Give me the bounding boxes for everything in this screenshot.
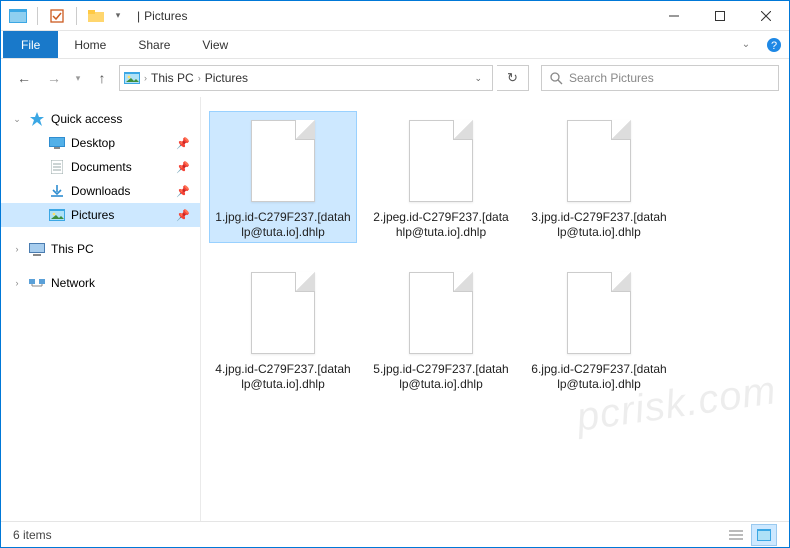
file-tab[interactable]: File [3, 31, 58, 58]
chevron-right-icon[interactable]: › [198, 73, 201, 83]
pin-icon: 📌 [176, 137, 190, 150]
file-icon [559, 270, 639, 358]
titlebar: ▾ | Pictures [1, 1, 789, 31]
window-title: Pictures [144, 9, 187, 23]
main-body: ⌄ Quick access Desktop 📌 Documents 📌 Dow… [1, 97, 789, 521]
breadcrumb-pictures[interactable]: Pictures [205, 71, 248, 85]
navigation-pane: ⌄ Quick access Desktop 📌 Documents 📌 Dow… [1, 97, 201, 521]
new-folder-icon[interactable] [85, 5, 107, 27]
navigation-row: ← → ▾ ↑ › This PC › Pictures ⌄ ↻ Search … [1, 59, 789, 97]
file-icon [243, 118, 323, 206]
pictures-location-icon [124, 70, 140, 86]
forward-button[interactable]: → [41, 64, 67, 92]
sidebar-item-downloads[interactable]: Downloads 📌 [1, 179, 200, 203]
maximize-button[interactable] [697, 1, 743, 31]
network-icon [29, 275, 45, 291]
file-item[interactable]: 2.jpeg.id-C279F237.[datahlp@tuta.io].dhl… [367, 111, 515, 243]
file-icon [243, 270, 323, 358]
up-button[interactable]: ↑ [89, 64, 115, 92]
sidebar-item-desktop[interactable]: Desktop 📌 [1, 131, 200, 155]
file-name-label: 1.jpg.id-C279F237.[datahlp@tuta.io].dhlp [214, 210, 352, 240]
documents-icon [49, 159, 65, 175]
sidebar-network[interactable]: › Network [1, 271, 200, 295]
chevron-right-icon[interactable]: › [11, 278, 23, 288]
file-name-label: 5.jpg.id-C279F237.[datahlp@tuta.io].dhlp [372, 362, 510, 392]
sidebar-item-documents[interactable]: Documents 📌 [1, 155, 200, 179]
sidebar-item-label: Pictures [71, 208, 114, 222]
file-name-label: 3.jpg.id-C279F237.[datahlp@tuta.io].dhlp [530, 210, 668, 240]
file-name-label: 6.jpg.id-C279F237.[datahlp@tuta.io].dhlp [530, 362, 668, 392]
quick-access-toolbar: ▾ [1, 5, 131, 27]
refresh-button[interactable]: ↻ [497, 65, 529, 91]
sidebar-item-label: Downloads [71, 184, 130, 198]
downloads-icon [49, 183, 65, 199]
ribbon-tabs: File Home Share View ⌄ ? [1, 31, 789, 59]
svg-text:?: ? [771, 40, 777, 52]
chevron-right-icon[interactable]: › [11, 244, 23, 254]
close-button[interactable] [743, 1, 789, 31]
icons-view-button[interactable] [751, 524, 777, 546]
sidebar-quick-access[interactable]: ⌄ Quick access [1, 107, 200, 131]
tab-home[interactable]: Home [58, 31, 122, 58]
chevron-down-icon[interactable]: ⌄ [11, 114, 23, 125]
tab-share[interactable]: Share [122, 31, 186, 58]
breadcrumb-this-pc[interactable]: This PC [151, 71, 194, 85]
recent-locations-dropdown[interactable]: ▾ [71, 64, 85, 92]
file-item[interactable]: 6.jpg.id-C279F237.[datahlp@tuta.io].dhlp [525, 263, 673, 395]
address-bar[interactable]: › This PC › Pictures ⌄ [119, 65, 493, 91]
file-list[interactable]: 1.jpg.id-C279F237.[datahlp@tuta.io].dhlp… [201, 97, 789, 521]
pictures-icon [49, 207, 65, 223]
status-bar: 6 items [1, 521, 789, 547]
file-name-label: 2.jpeg.id-C279F237.[datahlp@tuta.io].dhl… [372, 210, 510, 240]
address-dropdown-icon[interactable]: ⌄ [474, 73, 482, 84]
sidebar-this-pc[interactable]: › This PC [1, 237, 200, 261]
qat-dropdown-icon[interactable]: ▾ [111, 5, 125, 27]
pin-icon: 📌 [176, 161, 190, 174]
file-icon [401, 270, 481, 358]
sidebar-item-label: Quick access [51, 112, 122, 126]
separator [76, 7, 77, 25]
minimize-button[interactable] [651, 1, 697, 31]
tab-view[interactable]: View [186, 31, 244, 58]
sidebar-item-label: Documents [71, 160, 132, 174]
file-item[interactable]: 1.jpg.id-C279F237.[datahlp@tuta.io].dhlp [209, 111, 357, 243]
file-icon [401, 118, 481, 206]
status-item-count: 6 items [13, 528, 52, 542]
chevron-right-icon[interactable]: › [144, 73, 147, 83]
pin-icon: 📌 [176, 209, 190, 222]
file-icon [559, 118, 639, 206]
file-item[interactable]: 3.jpg.id-C279F237.[datahlp@tuta.io].dhlp [525, 111, 673, 243]
back-button[interactable]: ← [11, 64, 37, 92]
window-title-sep: | [137, 9, 140, 23]
separator [37, 7, 38, 25]
search-placeholder: Search Pictures [569, 71, 654, 85]
file-item[interactable]: 4.jpg.id-C279F237.[datahlp@tuta.io].dhlp [209, 263, 357, 395]
search-input[interactable]: Search Pictures [541, 65, 779, 91]
help-icon[interactable]: ? [761, 31, 787, 58]
sidebar-item-pictures[interactable]: Pictures 📌 [1, 203, 200, 227]
quick-access-icon [29, 111, 45, 127]
desktop-icon [49, 135, 65, 151]
sidebar-item-label: Network [51, 276, 95, 290]
file-name-label: 4.jpg.id-C279F237.[datahlp@tuta.io].dhlp [214, 362, 352, 392]
explorer-app-icon [7, 5, 29, 27]
properties-icon[interactable] [46, 5, 68, 27]
file-item[interactable]: 5.jpg.id-C279F237.[datahlp@tuta.io].dhlp [367, 263, 515, 395]
search-icon [550, 72, 563, 85]
ribbon-expand-icon[interactable]: ⌄ [731, 31, 761, 58]
this-pc-icon [29, 241, 45, 257]
pin-icon: 📌 [176, 185, 190, 198]
details-view-button[interactable] [723, 524, 749, 546]
sidebar-item-label: This PC [51, 242, 94, 256]
sidebar-item-label: Desktop [71, 136, 115, 150]
